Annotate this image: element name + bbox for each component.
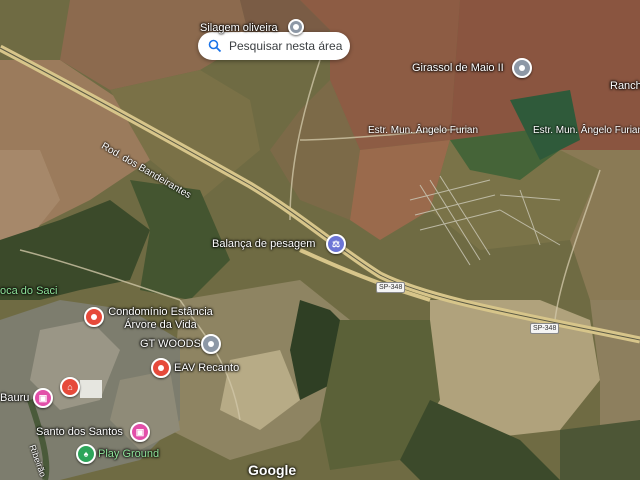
place-label-condominio-arvore-da-vida[interactable]: Condomínio Estância Árvore da Vida xyxy=(108,306,213,332)
place-label-santo-dos-santos[interactable]: Santo dos Santos xyxy=(36,426,123,438)
place-pin-icon[interactable]: ⌂ xyxy=(60,377,80,397)
satellite-imagery xyxy=(0,0,640,480)
place-pin-icon[interactable] xyxy=(201,334,221,354)
place-label-bauru[interactable]: Bauru xyxy=(0,392,29,404)
road-shield-sp348: SP-348 xyxy=(376,282,406,293)
place-pin-icon[interactable]: ▣ xyxy=(130,422,150,442)
place-label-girassol-de-maio[interactable]: Girassol de Maio II xyxy=(412,62,504,74)
google-logo: Google xyxy=(248,462,297,478)
place-label-gt-woods[interactable]: GT WOODS xyxy=(140,338,201,350)
place-pin-icon[interactable]: ▣ xyxy=(33,388,53,408)
weigh-station-pin-icon[interactable]: ⚖ xyxy=(326,234,346,254)
place-label-silagem-oliveira[interactable]: Silagem oliveira xyxy=(200,22,278,34)
place-label-eav-recanto[interactable]: EAV Recanto xyxy=(174,362,239,374)
road-label-angelo-furian: Estr. Mun. Ângelo Furian xyxy=(368,125,479,136)
place-pin-icon[interactable] xyxy=(512,58,532,78)
place-label-ranch[interactable]: Ranch xyxy=(610,80,640,92)
road-shield-sp348: SP-348 xyxy=(530,323,560,334)
place-pin-icon[interactable] xyxy=(288,19,304,35)
place-label-oca-do-saci[interactable]: oca do Saci xyxy=(0,285,57,297)
park-pin-icon[interactable]: ♠ xyxy=(76,444,96,464)
place-name-text: Condomínio Estância Árvore da Vida xyxy=(108,306,213,331)
road-label-angelo-furian: Estr. Mun. Ângelo Furian xyxy=(533,125,640,136)
satellite-map[interactable]: Pesquisar nesta área Silagem oliveira Gi… xyxy=(0,0,640,480)
search-icon xyxy=(208,39,222,53)
place-pin-icon[interactable] xyxy=(151,358,171,378)
place-label-play-ground[interactable]: Play Ground xyxy=(98,448,159,460)
search-this-area-label: Pesquisar nesta área xyxy=(229,39,343,53)
place-label-balanca-de-pesagem[interactable]: Balança de pesagem xyxy=(212,238,315,250)
search-this-area-button[interactable]: Pesquisar nesta área xyxy=(198,32,350,60)
place-pin-icon[interactable] xyxy=(84,307,104,327)
